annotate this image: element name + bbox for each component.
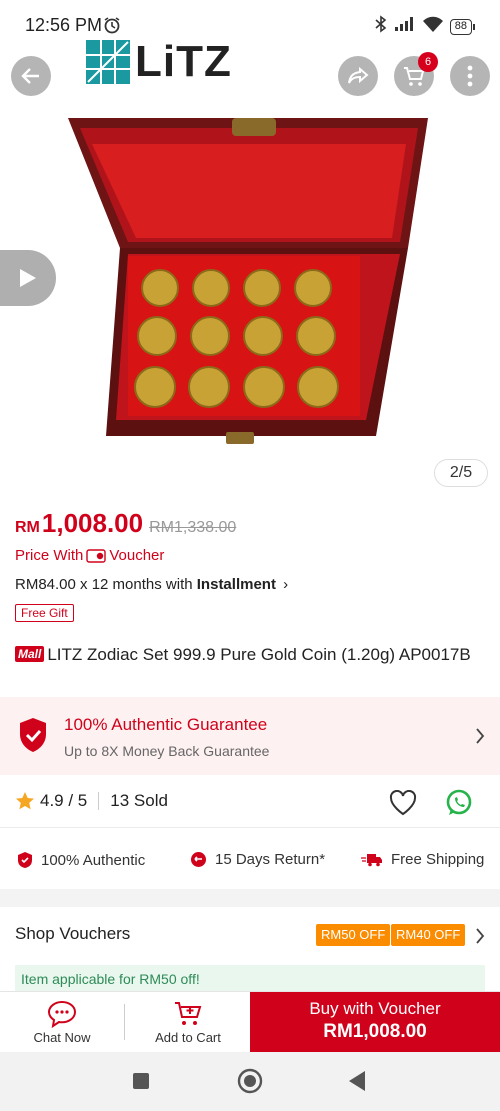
shop-vouchers-label: Shop Vouchers <box>15 924 131 943</box>
voucher-ticket-icon <box>86 548 107 563</box>
installment-row[interactable]: RM84.00 x 12 months with Installment › <box>15 576 288 593</box>
heart-icon[interactable] <box>389 790 417 816</box>
features-row: 100% Authentic 15 Days Return* Free Ship… <box>0 829 500 889</box>
price-value: 1,008.00 <box>41 508 144 538</box>
buy-label: Buy with Voucher <box>309 999 441 1018</box>
product-image <box>68 118 428 444</box>
signal-icon <box>394 16 416 37</box>
litz-logo-icon <box>86 40 130 84</box>
back-button[interactable] <box>11 56 51 96</box>
play-icon <box>20 269 36 287</box>
brand-logo: LiTZ <box>86 37 232 87</box>
return-icon <box>191 852 206 867</box>
voucher-chip[interactable]: RM50 OFF <box>316 924 391 946</box>
status-bar: 12:56 PM 88 <box>0 0 500 52</box>
share-icon <box>348 66 369 84</box>
voucher-chip[interactable]: RM40 OFF <box>391 924 466 946</box>
voucher-applicable-note: Item applicable for RM50 off! <box>15 965 485 993</box>
feature-label: Free Shipping <box>391 851 485 868</box>
sold-count: 13 Sold <box>110 791 168 810</box>
chevron-right-icon <box>476 928 485 944</box>
installment-label: Installment <box>196 576 276 593</box>
voucher-prefix: Price With <box>15 547 84 564</box>
cart-count-badge: 6 <box>418 52 438 72</box>
play-video-button[interactable] <box>0 250 56 306</box>
share-button[interactable] <box>338 56 378 96</box>
arrow-left-icon <box>21 68 39 84</box>
product-title: LITZ Zodiac Set 999.9 Pure Gold Coin (1.… <box>47 645 471 664</box>
price-currency: RM <box>15 519 40 536</box>
brand-name: LiTZ <box>135 37 232 86</box>
chat-now-label: Chat Now <box>33 1030 91 1045</box>
buy-with-voucher-button[interactable]: Buy with Voucher RM1,008.00 <box>250 992 500 1053</box>
cart-button[interactable]: 6 <box>394 52 438 96</box>
home-icon[interactable] <box>237 1068 263 1094</box>
whatsapp-icon[interactable] <box>444 788 474 818</box>
free-gift-tag: Free Gift <box>15 604 74 622</box>
price-row: RM 1,008.00 RM1,338.00 <box>15 508 236 539</box>
installment-text: RM84.00 x 12 months with <box>15 576 197 593</box>
bluetooth-icon <box>374 15 388 38</box>
chevron-right-icon: › <box>283 576 289 593</box>
product-gallery[interactable]: LiTZ 6 2/5 <box>0 37 500 492</box>
shield-check-icon <box>18 852 32 868</box>
product-title-block: Mall LITZ Zodiac Set 999.9 Pure Gold Coin… <box>15 642 485 667</box>
feature-authentic: 100% Authentic <box>17 851 145 869</box>
truck-icon <box>361 853 382 866</box>
gallery-page-indicator: 2/5 <box>434 459 488 487</box>
chat-icon <box>47 1000 77 1028</box>
guarantee-title: 100% Authentic Guarantee <box>64 715 268 734</box>
guarantee-subtitle: Up to 8X Money Back Guarantee <box>64 743 270 759</box>
add-to-cart-button[interactable]: Add to Cart <box>126 992 250 1053</box>
back-nav-icon[interactable] <box>347 1070 367 1092</box>
more-vertical-icon <box>467 65 473 87</box>
feature-return: 15 Days Return* <box>190 851 325 868</box>
price-with-voucher[interactable]: Price With Voucher <box>15 547 164 564</box>
status-time: 12:56 PM <box>25 15 103 35</box>
feature-label: 15 Days Return* <box>215 851 326 868</box>
battery-indicator: 88 <box>449 18 476 35</box>
recents-icon[interactable] <box>132 1072 150 1090</box>
section-divider <box>0 889 500 907</box>
rating-score: 4.9 / 5 <box>40 791 88 810</box>
chevron-right-icon <box>476 728 485 744</box>
chat-now-button[interactable]: Chat Now <box>0 992 124 1053</box>
add-to-cart-label: Add to Cart <box>155 1030 221 1045</box>
divider <box>124 1004 125 1040</box>
system-nav-bar <box>0 1052 500 1111</box>
buy-price: RM1,008.00 <box>323 1021 427 1042</box>
add-cart-icon <box>175 1002 202 1025</box>
star-icon <box>16 792 34 810</box>
wifi-icon <box>422 16 444 37</box>
rating-row: 4.9 / 5 13 Sold <box>0 778 500 828</box>
original-price: RM1,338.00 <box>149 519 237 536</box>
bottom-action-bar: Chat Now Add to Cart Buy with Voucher RM… <box>0 991 500 1053</box>
feature-label: 100% Authentic <box>41 851 146 869</box>
feature-shipping: Free Shipping <box>361 851 484 868</box>
shield-check-icon <box>20 718 46 752</box>
divider <box>98 792 100 810</box>
more-options-button[interactable] <box>450 56 490 96</box>
authentic-guarantee-banner[interactable]: 100% Authentic Guarantee Up to 8X Money … <box>0 697 500 775</box>
mall-badge: Mall <box>15 646 45 662</box>
shop-vouchers-row[interactable]: Shop Vouchers RM50 OFF RM40 OFF <box>0 912 500 960</box>
voucher-label: Voucher <box>109 547 165 564</box>
